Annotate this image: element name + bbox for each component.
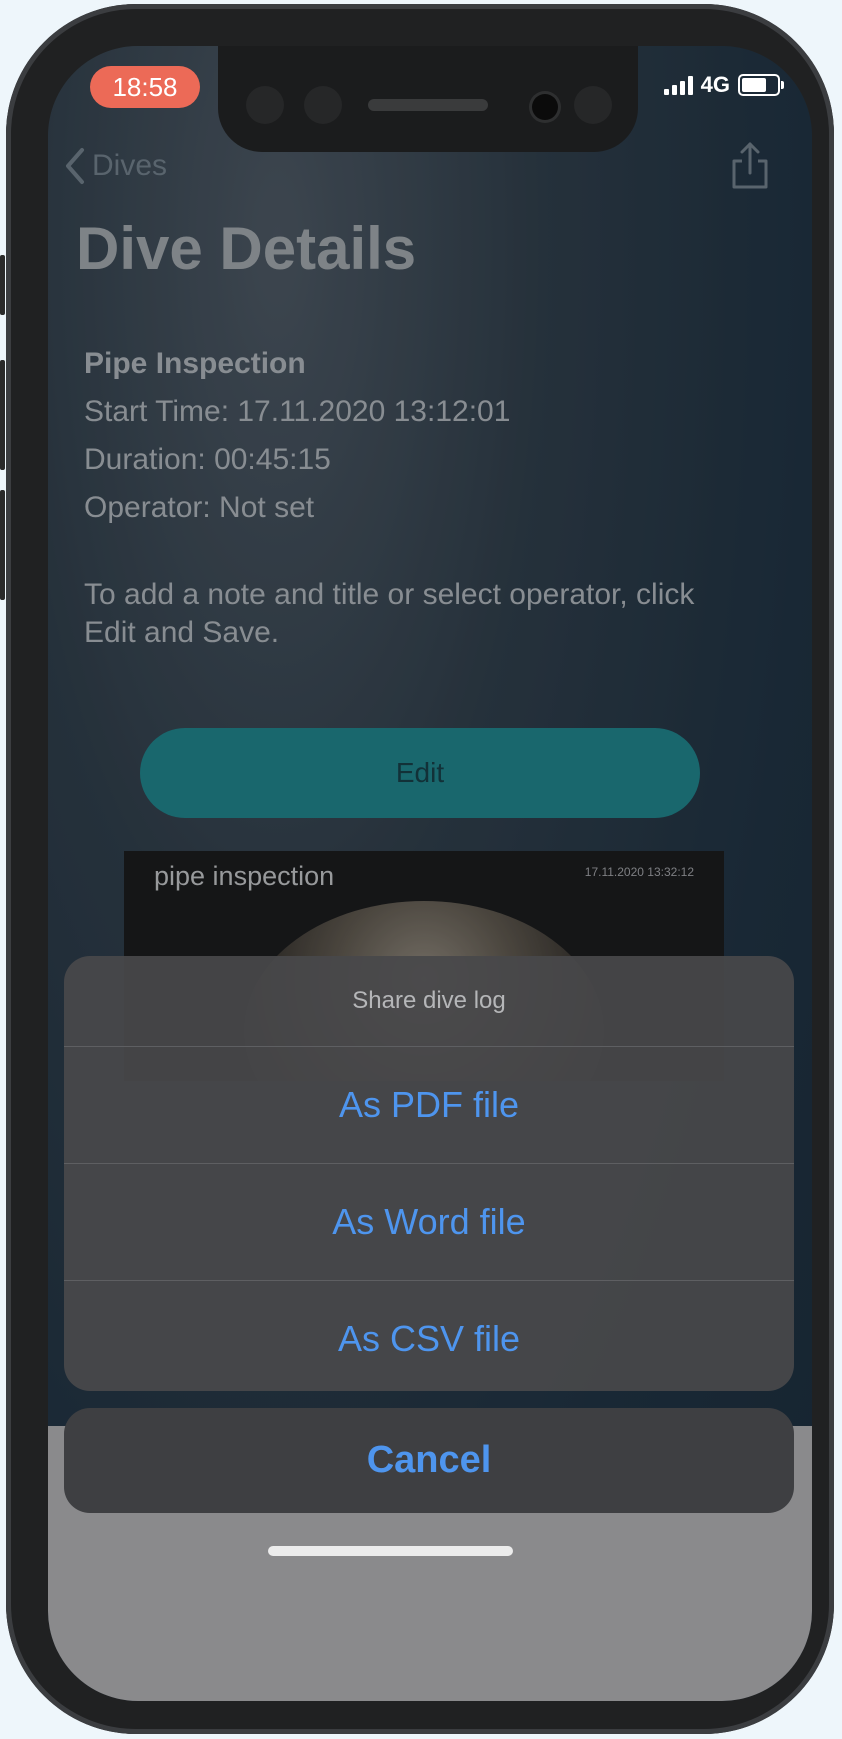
status-time: 18:58 [90, 66, 200, 108]
volume-down-button [0, 490, 5, 600]
mute-switch [0, 255, 5, 315]
notch [218, 46, 638, 152]
action-sheet-title: Share dive log [352, 987, 506, 1014]
signal-icon [663, 75, 693, 95]
notch-sensor [574, 86, 612, 124]
battery-icon [738, 74, 784, 96]
front-camera [532, 94, 558, 120]
share-csv-option[interactable]: As CSV file [64, 1280, 794, 1391]
share-action-sheet: Share dive log As PDF file As Word file … [64, 956, 794, 1391]
network-type: 4G [700, 72, 730, 97]
status-indicators: 4G [663, 72, 784, 98]
cancel-button[interactable]: Cancel [64, 1408, 794, 1513]
notch-sensor [246, 86, 284, 124]
earpiece-speaker [368, 99, 488, 111]
volume-up-button [0, 360, 5, 470]
share-pdf-option[interactable]: As PDF file [64, 1046, 794, 1163]
share-word-option[interactable]: As Word file [64, 1163, 794, 1280]
notch-sensor [304, 86, 342, 124]
home-indicator[interactable] [268, 1546, 513, 1556]
screen: Dives Dive Details Pipe Inspection Start… [48, 46, 812, 1701]
phone-frame: Dives Dive Details Pipe Inspection Start… [6, 4, 834, 1734]
